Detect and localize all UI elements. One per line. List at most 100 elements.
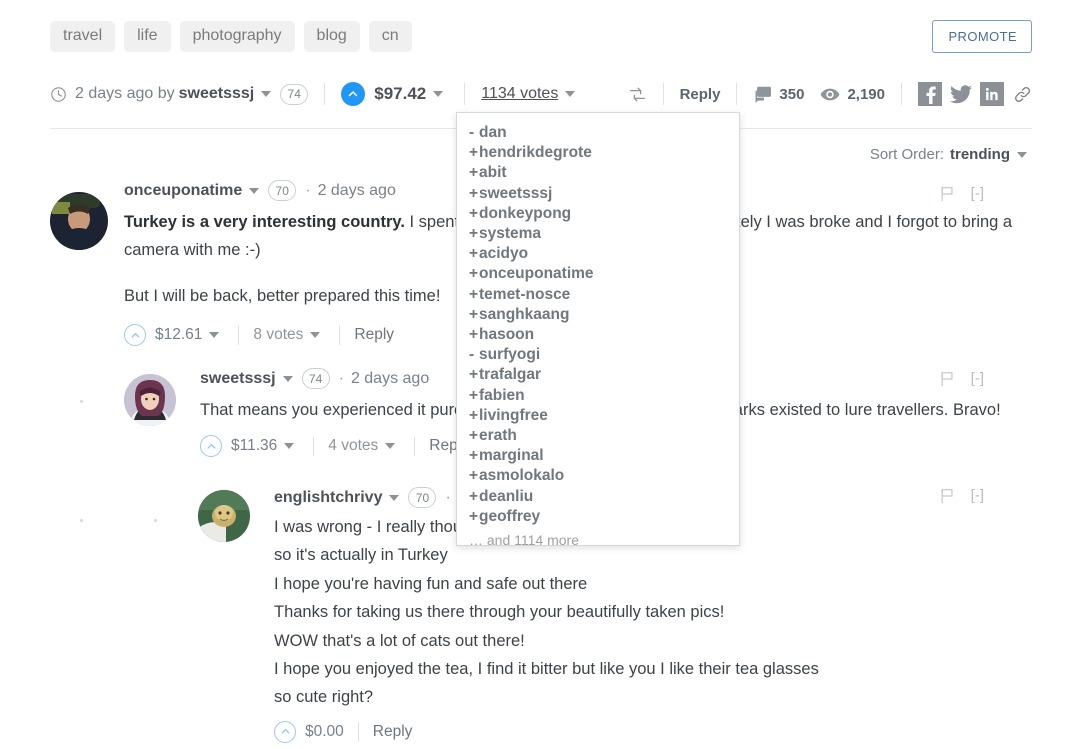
voter-item[interactable]: +sanghkaang [469,305,739,325]
voter-name: fabien [479,386,525,404]
payout-chevron-down-icon[interactable] [433,91,444,97]
voter-item[interactable]: +marginal [469,446,739,466]
link-icon[interactable] [1013,85,1032,104]
clock-icon [50,86,67,103]
voter-sign: + [469,305,479,323]
voter-sign: + [469,386,479,404]
voter-item[interactable]: +erath [469,426,739,446]
linkedin-icon[interactable] [980,82,1004,106]
voter-item[interactable]: +trafalgar [469,365,739,385]
comment-user-chevron-down-icon[interactable] [282,375,293,382]
voter-item[interactable]: +sweetsssj [469,184,739,204]
voter-name: geoffrey [479,507,541,525]
comment-upvote-icon[interactable] [274,720,296,743]
tag-blog[interactable]: blog [303,21,360,52]
comment-username[interactable]: sweetsssj [200,370,276,388]
view-count: 2,190 [820,86,885,103]
voter-item[interactable]: +deanliu [469,487,739,507]
voter-name: donkeypong [479,204,572,222]
voter-name: hasoon [479,326,535,344]
voter-sign: + [469,285,479,303]
voter-item[interactable]: +hasoon [469,325,739,345]
comment-reputation-badge: 70 [408,487,437,508]
comment-line-7: so cute right? [274,688,374,707]
comment-count[interactable]: 350 [753,86,804,103]
avatar[interactable] [50,192,108,250]
comment-reply-button[interactable]: Reply [373,723,413,741]
voter-item[interactable]: - surfyogi [469,345,739,365]
voter-item[interactable]: +asmolokalo [469,466,739,486]
voter-item[interactable]: +hendrikdegrote [469,143,739,163]
tag-cn[interactable]: cn [368,21,412,52]
flag-icon[interactable] [940,186,955,202]
comment-payout-chevron-down-icon[interactable] [284,443,295,450]
avatar[interactable] [198,490,250,542]
comment-upvote-icon[interactable] [124,324,146,347]
voter-item[interactable]: +systema [469,224,739,244]
post-payout[interactable]: $97.42 [374,84,426,104]
voter-item[interactable]: +geoffrey [469,507,739,527]
upvote-icon[interactable] [341,82,366,106]
voter-item[interactable]: +livingfree [469,406,739,426]
comment-payout[interactable]: $12.61 [155,326,202,344]
comment-user-chevron-down-icon[interactable] [389,494,400,501]
post-author[interactable]: sweetsssj [179,85,255,103]
tag-travel[interactable]: travel [50,21,116,52]
collapse-toggle[interactable]: [-] [971,487,984,504]
comment-action-bar: $0.00 Reply [274,720,1032,743]
post-meta-bar: 2 days ago by sweetsssj 74 $97.42 1134 v… [50,80,580,108]
flag-icon[interactable] [940,488,955,504]
separator-dot: · [338,369,344,387]
collapse-toggle[interactable]: [-] [971,370,984,387]
sort-order-chevron-down-icon[interactable] [1017,151,1027,158]
facebook-icon[interactable] [918,82,942,106]
comment-votes[interactable]: 8 votes [253,326,303,344]
collapse-toggle[interactable]: [-] [971,185,984,202]
voter-name: abit [479,164,507,182]
comment-count-value: 350 [779,85,805,103]
voters-dropdown-panel[interactable]: - dan +hendrikdegrote +abit +sweetsssj +d… [456,112,740,546]
comment-action-divider-2 [414,436,416,456]
meta-divider-2 [464,83,466,105]
comment-votes-chevron-down-icon[interactable] [310,332,321,339]
voter-item[interactable]: - dan [469,123,739,143]
voter-item[interactable]: +temet-nosce [469,285,739,305]
voter-item[interactable]: +donkeypong [469,204,739,224]
voter-name: temet-nosce [479,285,571,303]
twitter-icon[interactable] [949,82,973,106]
comment-votes-chevron-down-icon[interactable] [385,443,396,450]
votes-chevron-down-icon[interactable] [565,91,576,97]
post-time: 2 days ago by [75,85,175,102]
comment-user-chevron-down-icon[interactable] [249,187,260,194]
voter-item[interactable]: +abit [469,163,739,183]
comment-username[interactable]: onceuponatime [124,182,242,200]
sort-order-control[interactable]: Sort Order: trending [870,146,1032,163]
tag-list: travel life photography blog cn [50,21,412,52]
comment-username[interactable]: englishtchrivy [274,489,382,507]
author-chevron-down-icon[interactable] [261,91,272,97]
voter-sign: + [469,245,479,263]
voter-sign: + [469,164,479,182]
tag-photography[interactable]: photography [179,21,295,52]
flag-icon[interactable] [940,371,955,387]
author-reputation-badge: 74 [280,83,309,105]
comment-reply-button[interactable]: Reply [354,326,394,344]
promote-button[interactable]: PROMOTE [932,20,1032,53]
voter-sign: + [469,447,479,465]
voter-sign: + [469,487,479,505]
thread-indicator-dot [80,519,83,522]
comment-payout[interactable]: $11.36 [231,437,277,455]
thread-indicator-dot [80,400,83,403]
comment-upvote-icon[interactable] [200,435,222,458]
post-reply-button[interactable]: Reply [680,86,721,103]
comment-payout-chevron-down-icon[interactable] [209,332,220,339]
voter-name: onceuponatime [479,265,594,283]
voter-item[interactable]: +onceuponatime [469,264,739,284]
voter-item[interactable]: +fabien [469,386,739,406]
votes-link[interactable]: 1134 votes [481,85,558,103]
avatar[interactable] [124,374,176,426]
comment-votes[interactable]: 4 votes [328,437,378,455]
tag-life[interactable]: life [124,21,171,52]
resteem-icon[interactable] [628,86,647,103]
voter-item[interactable]: +acidyo [469,244,739,264]
